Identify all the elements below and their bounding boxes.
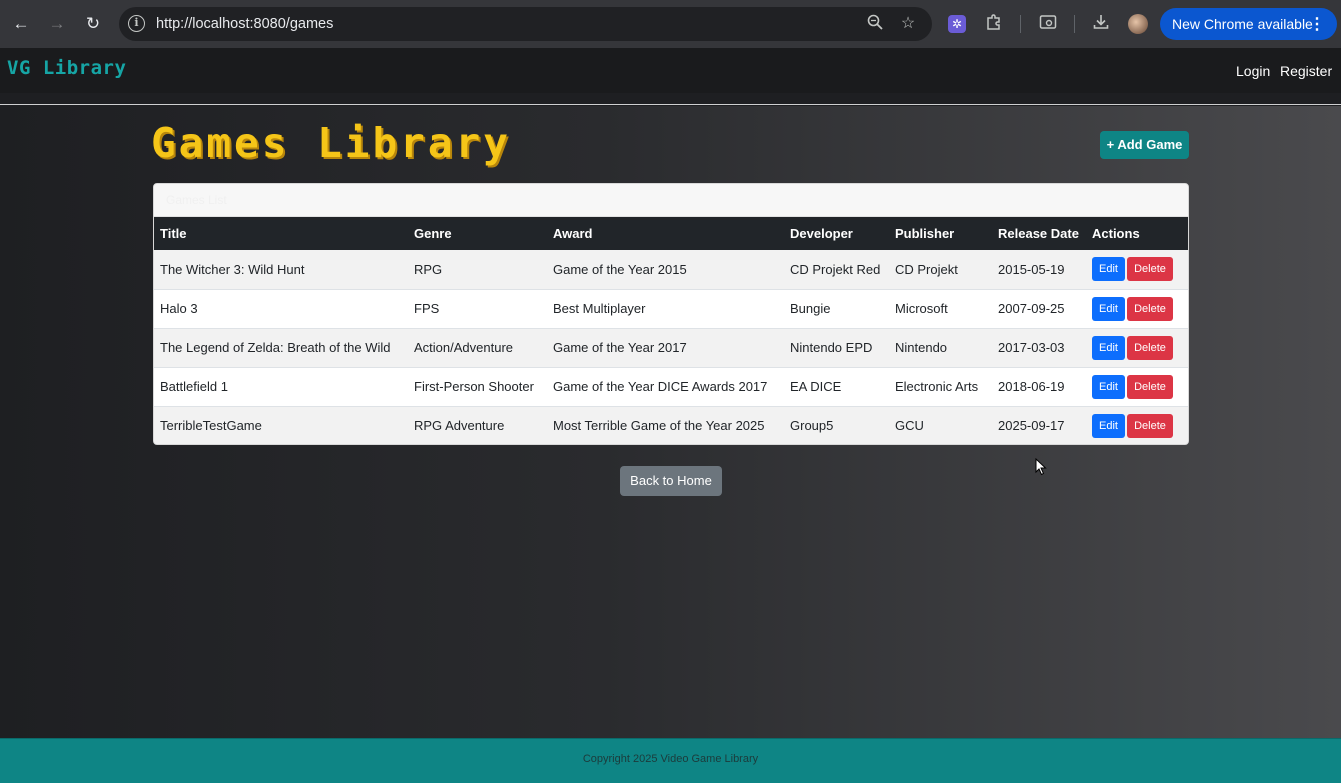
cell-title: TerribleTestGame (160, 418, 262, 434)
cell-genre: Action/Adventure (414, 340, 514, 355)
delete-button[interactable]: Delete (1127, 374, 1173, 399)
extensions-puzzle-icon[interactable] (983, 13, 1005, 35)
cell-publisher: GCU (895, 418, 924, 434)
cell-actions: Edit Delete (1086, 328, 1188, 367)
cell-publisher: Microsoft (895, 301, 948, 316)
cell-release-date: 2007-09-25 (998, 301, 1065, 316)
cell-developer: Nintendo EPD (790, 340, 873, 355)
forward-arrow-icon[interactable]: → (45, 12, 69, 36)
delete-button[interactable]: Delete (1127, 296, 1173, 321)
download-icon[interactable] (1090, 13, 1112, 35)
cell-award: Game of the Year DICE Awards 2017 (553, 379, 768, 394)
main-content: Games Library + Add Game Games List Titl… (0, 106, 1341, 738)
cell-award: Best Multiplayer (553, 301, 646, 316)
cell-actions: Edit Delete (1086, 250, 1188, 289)
bookmark-star-icon[interactable]: ☆ (898, 14, 918, 34)
cell-genre: RPG Adventure (414, 418, 505, 434)
col-header-developer: Developer (790, 226, 853, 241)
col-header-award: Award (553, 226, 593, 241)
cell-release-date: 2015-05-19 (998, 261, 1065, 277)
new-chrome-available-button[interactable]: New Chrome available ⋮ (1160, 8, 1337, 40)
delete-button[interactable]: Delete (1127, 335, 1173, 360)
cell-title: The Witcher 3: Wild Hunt (160, 261, 305, 277)
toolbar-separator (1074, 15, 1075, 33)
table-row: Halo 3 FPS Best Multiplayer Bungie Micro… (154, 289, 1188, 328)
cell-title: The Legend of Zelda: Breath of the Wild (160, 340, 391, 355)
table-header-row: Title Genre Award Developer Publisher Re… (154, 217, 1188, 250)
cell-publisher: Electronic Arts (895, 379, 979, 394)
back-arrow-icon[interactable]: ← (9, 12, 33, 36)
delete-button[interactable]: Delete (1127, 413, 1173, 438)
url-text[interactable]: http://localhost:8080/games (156, 16, 333, 32)
cell-award: Most Terrible Game of the Year 2025 (553, 418, 765, 434)
cell-genre: FPS (414, 301, 440, 316)
col-header-publisher: Publisher (895, 226, 955, 241)
tab-search-icon[interactable] (1037, 13, 1059, 35)
cell-release-date: 2025-09-17 (998, 418, 1065, 434)
edit-button[interactable]: Edit (1092, 374, 1125, 399)
cell-genre: RPG (414, 261, 443, 277)
table-row: TerribleTestGame RPG Adventure Most Terr… (154, 406, 1188, 444)
mouse-pointer-icon (1035, 458, 1047, 476)
cell-genre: First-Person Shooter (414, 379, 534, 394)
cell-developer: Bungie (790, 301, 831, 316)
games-table: Title Genre Award Developer Publisher Re… (154, 217, 1188, 444)
cell-developer: EA DICE (790, 379, 842, 394)
footer-copyright: Copyright 2025 Video Game Library (582, 753, 759, 765)
add-game-button[interactable]: + Add Game (1100, 131, 1189, 159)
site-footer: Copyright 2025 Video Game Library (0, 738, 1341, 783)
address-bar[interactable]: i http://localhost:8080/games ☆ (119, 7, 932, 41)
table-row: Battlefield 1 First-Person Shooter Game … (154, 367, 1188, 406)
games-list-card: Games List Title Genre Award Developer P… (153, 183, 1189, 445)
edit-button[interactable]: Edit (1092, 335, 1125, 360)
browser-toolbar: ← → ↻ i http://localhost:8080/games ☆ ✲ … (0, 0, 1341, 48)
cell-developer: Group5 (790, 418, 834, 434)
edit-button[interactable]: Edit (1092, 413, 1125, 438)
nav-register-link[interactable]: Register (1280, 63, 1332, 79)
more-menu-icon[interactable]: ⋮ (1309, 14, 1325, 34)
table-row: The Legend of Zelda: Breath of the Wild … (154, 328, 1188, 367)
edit-button[interactable]: Edit (1092, 257, 1125, 282)
cell-title: Battlefield 1 (160, 379, 228, 394)
navbar-divider (0, 93, 1341, 105)
col-header-release-date: Release Date (998, 226, 1079, 241)
cell-release-date: 2018-06-19 (998, 379, 1065, 394)
cell-title: Halo 3 (160, 301, 198, 316)
edit-button[interactable]: Edit (1092, 296, 1125, 321)
card-header: Games List (154, 184, 1188, 217)
nav-login-link[interactable]: Login (1236, 63, 1270, 79)
profile-avatar[interactable] (1128, 14, 1148, 34)
cell-release-date: 2017-03-03 (998, 340, 1065, 355)
col-header-actions: Actions (1092, 226, 1140, 241)
col-header-genre: Genre (414, 226, 452, 241)
cell-award: Game of the Year 2015 (553, 261, 687, 277)
cell-actions: Edit Delete (1086, 367, 1188, 406)
cell-actions: Edit Delete (1086, 406, 1188, 444)
cell-developer: CD Projekt Red (790, 261, 881, 277)
new-chrome-label: New Chrome available (1172, 16, 1313, 32)
toolbar-separator (1020, 15, 1021, 33)
table-row: The Witcher 3: Wild Hunt RPG Game of the… (154, 250, 1188, 289)
col-header-title: Title (160, 226, 187, 241)
cell-award: Game of the Year 2017 (553, 340, 687, 355)
zoom-icon[interactable] (865, 14, 885, 34)
extension-icon[interactable]: ✲ (948, 15, 966, 33)
site-info-icon[interactable]: i (128, 15, 145, 32)
delete-button[interactable]: Delete (1127, 257, 1173, 282)
cell-actions: Edit Delete (1086, 289, 1188, 328)
back-to-home-button[interactable]: Back to Home (620, 466, 722, 496)
brand-logo[interactable]: VG Library (7, 57, 126, 79)
cell-publisher: CD Projekt (895, 261, 958, 277)
page-title: Games Library (151, 119, 511, 167)
cell-publisher: Nintendo (895, 340, 948, 355)
site-navbar: VG Library Login Register (0, 48, 1341, 93)
reload-icon[interactable]: ↻ (81, 12, 105, 36)
